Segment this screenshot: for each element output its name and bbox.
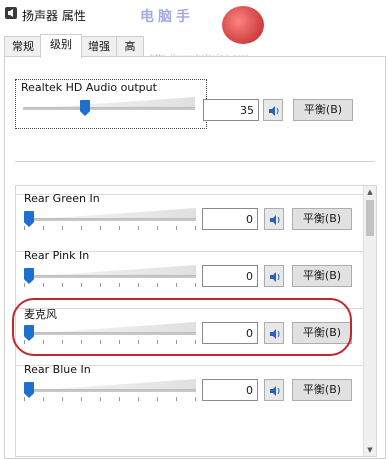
- master-mute-button[interactable]: [263, 99, 283, 121]
- slider-thumb[interactable]: [80, 100, 90, 116]
- channel-value[interactable]: 0: [202, 208, 258, 230]
- separator: [15, 161, 375, 162]
- scroll-up-arrow-icon[interactable]: ▲: [364, 186, 376, 198]
- title-bar: 扬声器 属性: [0, 0, 388, 28]
- speaker-icon: [270, 386, 280, 396]
- master-volume-slider[interactable]: [23, 97, 195, 119]
- channel-volume-slider[interactable]: [24, 379, 196, 401]
- channel-mute-button[interactable]: [264, 379, 284, 401]
- channel-volume-slider[interactable]: [24, 208, 196, 230]
- tab-strip: 常规 级别 增强 高: [4, 34, 384, 58]
- annotation-highlight-circle: [12, 298, 352, 356]
- channel-value[interactable]: 0: [202, 265, 258, 287]
- master-balance-button[interactable]: 平衡(B): [293, 99, 353, 121]
- slider-track: [23, 107, 195, 110]
- channel-value[interactable]: 0: [202, 379, 258, 401]
- vertical-scrollbar[interactable]: ▲ ▼: [363, 186, 376, 456]
- tab-advanced[interactable]: 高: [116, 36, 144, 57]
- slider-track: [24, 275, 196, 278]
- slider-ticks: [24, 283, 196, 287]
- channel-balance-button[interactable]: 平衡(B): [292, 208, 352, 230]
- slider-track: [24, 389, 196, 392]
- tab-levels[interactable]: 级别: [40, 34, 82, 58]
- tab-general[interactable]: 常规: [4, 36, 42, 57]
- speaker-icon: [5, 7, 17, 19]
- watermark-text: 电脑手: [140, 9, 194, 25]
- levels-panel: Realtek HD Audio output 35 平衡(B) Rear Gr…: [4, 56, 386, 459]
- scrollbar-thumb[interactable]: [366, 200, 374, 236]
- channel-mute-button[interactable]: [264, 208, 284, 230]
- slider-track: [24, 218, 196, 221]
- slider-thumb[interactable]: [24, 211, 34, 227]
- channel-label: Rear Pink In: [24, 249, 90, 262]
- speaker-icon: [270, 215, 280, 225]
- master-volume-value[interactable]: 35: [203, 99, 259, 121]
- channel-balance-button[interactable]: 平衡(B): [292, 265, 352, 287]
- tab-enhancements[interactable]: 增强: [80, 36, 118, 57]
- list-item: Rear Pink In 0 平衡(B): [16, 243, 364, 300]
- channel-volume-slider[interactable]: [24, 265, 196, 287]
- channel-balance-button[interactable]: 平衡(B): [292, 379, 352, 401]
- slider-thumb[interactable]: [24, 268, 34, 284]
- scroll-down-arrow-icon[interactable]: ▼: [364, 444, 376, 456]
- speaker-icon: [270, 272, 280, 282]
- slider-ticks: [24, 226, 196, 230]
- channel-label: Rear Green In: [24, 192, 100, 205]
- slider-thumb[interactable]: [24, 382, 34, 398]
- channel-label: Rear Blue In: [24, 363, 91, 376]
- speaker-icon: [269, 106, 279, 116]
- list-item: Rear Green In 0 平衡(B): [16, 186, 364, 243]
- list-item: Rear Blue In 0 平衡(B): [16, 357, 364, 414]
- window-title: 扬声器 属性: [22, 9, 86, 23]
- channel-mute-button[interactable]: [264, 265, 284, 287]
- slider-ticks: [24, 397, 196, 401]
